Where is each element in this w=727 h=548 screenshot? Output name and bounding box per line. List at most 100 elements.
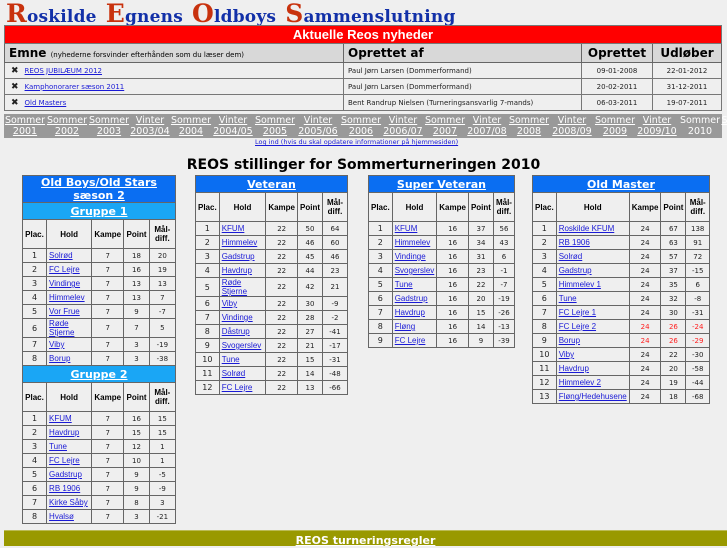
team-link[interactable]: Havdrup (395, 308, 425, 317)
team-link[interactable]: Solrød (49, 251, 73, 260)
group-title-link[interactable]: Gruppe 2 (22, 365, 176, 383)
dismiss-icon[interactable]: ✖ (11, 66, 19, 76)
season-link-sommer-2009[interactable]: Sommer 2009 (594, 114, 636, 138)
team-cell: Solrød (555, 249, 630, 264)
news-topic-link[interactable]: Kamphonorarer sæson 2011 (25, 83, 125, 91)
points: 13 (123, 276, 150, 291)
team-link[interactable]: FC Lejre (222, 383, 253, 392)
placement: 12 (532, 375, 557, 390)
group-title-link[interactable]: Gruppe 1 (22, 202, 176, 220)
team-link[interactable]: Vindinge (49, 279, 80, 288)
team-link[interactable]: Fløng (395, 322, 415, 331)
team-link[interactable]: Vindinge (222, 313, 253, 322)
league-title-link[interactable]: Old Boys/Old Stars sæson 2 (22, 175, 176, 203)
news-topic-link[interactable]: Old Masters (25, 99, 67, 107)
team-link[interactable]: Havdrup (559, 364, 589, 373)
news-col-author: Oprettet af (343, 43, 582, 63)
team-link[interactable]: Svogerslev (222, 341, 262, 350)
season-link-sommer-2006[interactable]: Sommer 2006 (340, 114, 382, 138)
team-cell: Tune (218, 352, 267, 367)
team-link[interactable]: FC Lejre 2 (559, 322, 596, 331)
team-link[interactable]: Tune (222, 355, 240, 364)
season-link-sommer-2011[interactable]: Sommer2011 (721, 114, 727, 138)
team-link[interactable]: Borup (49, 354, 70, 363)
team-link[interactable]: Himmelev (49, 293, 85, 302)
league-title-link[interactable]: Old Master (532, 175, 710, 193)
team-link[interactable]: Viby (222, 299, 237, 308)
dismiss-icon[interactable]: ✖ (11, 82, 19, 92)
team-cell: Havdrup (555, 361, 630, 376)
season-name: Sommer (594, 115, 636, 126)
team-link[interactable]: Viby (559, 350, 574, 359)
season-link-sommer-2003[interactable]: Sommer 2003 (88, 114, 130, 138)
season-link-vinter-2003-04[interactable]: Vinter 2003/04 (130, 114, 170, 138)
team-link[interactable]: Kirke Såby (49, 498, 88, 507)
team-link[interactable]: Himmelev 2 (559, 378, 601, 387)
team-link[interactable]: Tune (559, 294, 577, 303)
team-link[interactable]: Solrød (222, 369, 246, 378)
team-link[interactable]: Tune (49, 442, 67, 451)
team-link[interactable]: FC Lejre 1 (559, 308, 596, 317)
league-title-link[interactable]: Veteran (195, 175, 348, 193)
goal-diff: -48 (322, 366, 348, 381)
team-link[interactable]: Himmelev 1 (559, 280, 601, 289)
dismiss-icon[interactable]: ✖ (11, 98, 19, 108)
matches-played: 24 (628, 347, 662, 362)
team-link[interactable]: Himmelev (395, 238, 431, 247)
season-link-sommer-2008[interactable]: Sommer 2008 (508, 114, 550, 138)
news-topic-link[interactable]: REOS JUBILÆUM 2012 (25, 67, 102, 75)
goal-diff: -19 (492, 291, 515, 306)
season-link-vinter-2007-08[interactable]: Vinter 2007/08 (466, 114, 508, 138)
season-link-vinter-2006-07[interactable]: Vinter 2006/07 (382, 114, 424, 138)
team-link[interactable]: Vindinge (395, 252, 426, 261)
goal-diff: 3 (148, 495, 177, 510)
team-link[interactable]: Viby (49, 340, 64, 349)
team-link[interactable]: KFUM (395, 224, 418, 233)
season-link-sommer-2005[interactable]: Sommer 2005 (254, 114, 296, 138)
team-link[interactable]: Tune (395, 280, 413, 289)
team-link[interactable]: Solrød (559, 252, 583, 261)
rules-link[interactable]: REOS turneringsregler (296, 534, 436, 547)
team-link[interactable]: Fløng/Hedehusene (559, 392, 627, 401)
team-link[interactable]: Himmelev (222, 238, 258, 247)
placement: 2 (21, 262, 48, 277)
season-link-sommer-2004[interactable]: Sommer 2004 (170, 114, 212, 138)
season-link-vinter-2004-05[interactable]: Vinter 2004/05 (212, 114, 254, 138)
season-year: 2001 (12, 126, 38, 137)
login-link[interactable]: Log ind (hvis du skal opdatere informati… (255, 138, 458, 146)
team-link[interactable]: Svogerslev (395, 266, 435, 275)
team-link[interactable]: Borup (559, 336, 580, 345)
news-col-expires: Udløber (652, 43, 722, 63)
team-link[interactable]: Gadstrup (49, 470, 82, 479)
team-link[interactable]: KFUM (222, 224, 245, 233)
team-link[interactable]: Gadstrup (222, 252, 255, 261)
team-link[interactable]: Roskilde KFUM (559, 224, 615, 233)
season-link-sommer-2007[interactable]: Sommer 2007 (424, 114, 466, 138)
team-link[interactable]: RB 1906 (559, 238, 590, 247)
team-link[interactable]: FC Lejre (395, 336, 426, 345)
team-link[interactable]: Gadstrup (559, 266, 592, 275)
season-link-vinter-2008-09[interactable]: Vinter 2008/09 (550, 114, 594, 138)
season-link-sommer-2002[interactable]: Sommer 2002 (46, 114, 88, 138)
league-title-link[interactable]: Super Veteran (368, 175, 515, 193)
season-link-vinter-2005-06[interactable]: Vinter 2005/06 (296, 114, 340, 138)
season-link-sommer-2001[interactable]: Sommer 2001 (4, 114, 46, 138)
team-link[interactable]: Gadstrup (395, 294, 428, 303)
team-link[interactable]: Havdrup (49, 428, 79, 437)
goal-diff: -7 (492, 277, 515, 292)
team-link[interactable]: Røde Stjerne (49, 319, 74, 337)
team-link[interactable]: Dåstrup (222, 327, 250, 336)
season-link-vinter-2009-10[interactable]: Vinter 2009/10 (636, 114, 678, 138)
goal-diff: -15 (685, 263, 710, 278)
team-link[interactable]: Røde Stjerne (222, 278, 247, 296)
team-link[interactable]: FC Lejre (49, 456, 80, 465)
team-link[interactable]: KFUM (49, 414, 72, 423)
team-link[interactable]: Havdrup (222, 266, 252, 275)
team-link[interactable]: RB 1906 (49, 484, 80, 493)
news-author: Bent Randrup Nielsen (Turneringsansvarli… (343, 94, 582, 111)
team-link[interactable]: FC Lejre (49, 265, 80, 274)
team-link[interactable]: Vor Frue (49, 307, 80, 316)
team-link[interactable]: Hvalsø (49, 512, 74, 521)
points: 22 (660, 347, 687, 362)
team-cell: FC Lejre 2 (555, 319, 630, 334)
